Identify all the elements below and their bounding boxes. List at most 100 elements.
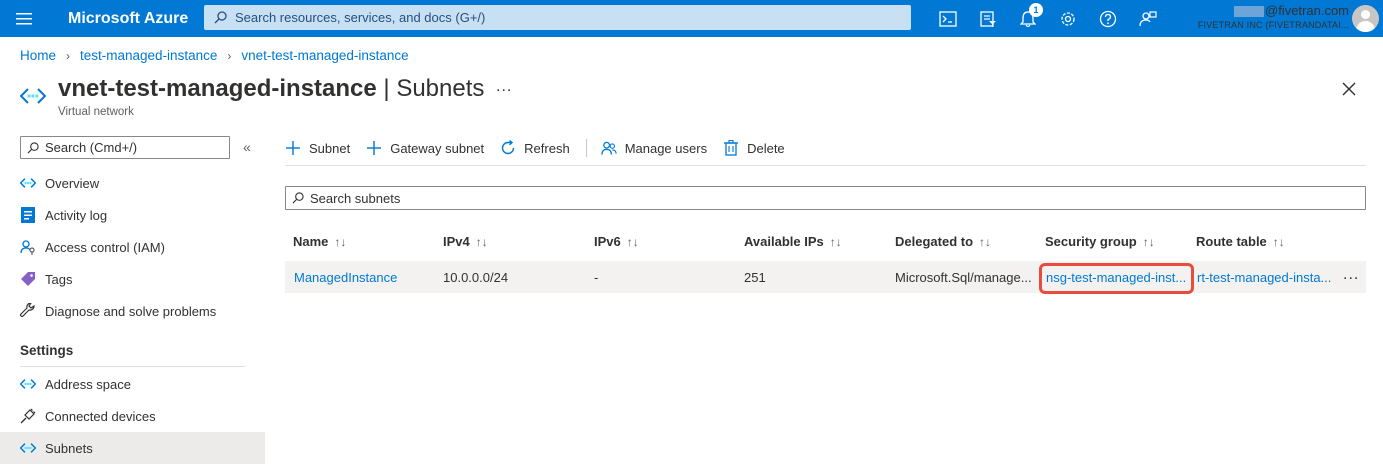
sort-icon: ↑↓ [1272, 235, 1285, 249]
nav-divider [20, 366, 245, 367]
route-table-link[interactable]: rt-test-managed-insta... [1197, 270, 1337, 285]
account-tenant: FIVETRAN INC (FIVETRANDATAI... [1197, 20, 1349, 30]
toolbar-divider [285, 165, 1366, 166]
refresh-label: Refresh [524, 140, 570, 156]
avatar[interactable] [1352, 5, 1379, 32]
column-header-delegated-to[interactable]: Delegated to ↑↓ [895, 234, 991, 249]
nav-section-settings: Settings [20, 343, 74, 358]
menu-icon[interactable] [0, 0, 48, 37]
command-bar: Subnet Gateway subnet Refresh Manage use… [285, 135, 801, 161]
column-header-route-table[interactable]: Route table ↑↓ [1196, 234, 1285, 249]
sidebar-item-label: Connected devices [45, 408, 156, 424]
nav-search-placeholder: Search (Cmd+/) [45, 140, 138, 155]
cell-ipv4: 10.0.0.0/24 [443, 270, 509, 285]
refresh-button[interactable]: Refresh [500, 140, 570, 156]
toolbar-separator [585, 139, 587, 157]
add-subnet-button[interactable]: Subnet [285, 140, 350, 156]
column-header-name[interactable]: Name ↑↓ [293, 234, 346, 249]
add-gateway-subnet-button[interactable]: Gateway subnet [366, 140, 484, 156]
sidebar-item-overview[interactable]: Overview [0, 167, 265, 199]
resource-type: Virtual network [58, 106, 134, 118]
title-separator: | [376, 75, 397, 102]
cell-ipv6: - [594, 270, 599, 285]
close-icon[interactable] [1340, 80, 1358, 98]
account-menu[interactable]: @fivetran.com FIVETRAN INC (FIVETRANDATA… [1198, 4, 1349, 32]
sidebar-item-label: Address space [45, 376, 131, 392]
add-subnet-label: Subnet [309, 140, 351, 156]
breadcrumb-resource-group[interactable]: test-managed-instance [80, 48, 217, 63]
activity-log-icon [20, 207, 36, 223]
sort-icon: ↑↓ [829, 235, 842, 249]
sidebar-item-label: Access control (IAM) [45, 239, 165, 255]
more-options-icon[interactable]: ... [496, 78, 512, 96]
iam-icon [20, 239, 36, 255]
sort-icon: ↑↓ [475, 235, 488, 249]
bell-icon[interactable]: 1 [1008, 0, 1048, 37]
sidebar-item-diagnose[interactable]: Diagnose and solve problems [0, 295, 265, 327]
vnet-icon [20, 440, 36, 456]
row-more-options-icon[interactable]: ... [1343, 266, 1359, 284]
refresh-icon [500, 140, 516, 156]
cell-available-ips: 251 [744, 270, 766, 285]
chevron-right-icon: › [66, 48, 71, 63]
plus-icon [285, 140, 301, 156]
collapse-nav-icon[interactable]: « [243, 139, 251, 155]
column-header-security-group[interactable]: Security group ↑↓ [1045, 234, 1155, 249]
sort-icon: ↑↓ [979, 235, 992, 249]
directory-filter-icon[interactable] [968, 0, 1008, 37]
wrench-icon [20, 303, 36, 319]
subnet-search-input[interactable]: Search subnets [285, 186, 1366, 210]
sidebar-item-activity-log[interactable]: Activity log [0, 199, 265, 231]
highlight-annotation [1039, 263, 1194, 294]
delete-button[interactable]: Delete [723, 140, 785, 156]
help-icon[interactable] [1088, 0, 1128, 37]
nav-search-input[interactable]: Search (Cmd+/) [20, 136, 230, 159]
global-search-placeholder: Search resources, services, and docs (G+… [235, 10, 486, 25]
subnet-search-placeholder: Search subnets [310, 190, 401, 206]
chevron-right-icon: › [227, 48, 232, 63]
tag-icon [20, 271, 36, 287]
delete-label: Delete [747, 140, 785, 156]
search-icon [27, 141, 39, 153]
sidebar-item-label: Subnets [45, 440, 93, 456]
sidebar-item-connected-devices[interactable]: Connected devices [0, 400, 265, 432]
vnet-icon [20, 88, 46, 104]
column-header-available-ips[interactable]: Available IPs ↑↓ [744, 234, 842, 249]
sidebar-item-iam[interactable]: Access control (IAM) [0, 231, 265, 263]
add-gateway-subnet-label: Gateway subnet [390, 140, 485, 156]
plus-icon [366, 140, 382, 156]
vnet-icon [20, 175, 36, 191]
feedback-icon[interactable] [1128, 0, 1168, 37]
search-icon [214, 11, 227, 24]
manage-users-button[interactable]: Manage users [601, 140, 707, 156]
breadcrumb-vnet[interactable]: vnet-test-managed-instance [241, 48, 408, 63]
brand-link[interactable]: Microsoft Azure [48, 10, 203, 28]
global-search-input[interactable]: Search resources, services, and docs (G+… [204, 5, 911, 30]
page-title: vnet-test-managed-instance | Subnets [58, 75, 484, 103]
sidebar-item-label: Activity log [45, 207, 108, 223]
cell-delegated-to: Microsoft.Sql/manage... [895, 270, 1032, 285]
plug-icon [20, 408, 36, 424]
blade-name: Subnets [396, 75, 485, 102]
gear-icon[interactable] [1048, 0, 1088, 37]
sidebar-item-label: Diagnose and solve problems [45, 303, 217, 319]
resource-name: vnet-test-managed-instance [58, 75, 377, 102]
users-icon [601, 140, 617, 156]
search-icon [292, 192, 304, 204]
sidebar-item-address-space[interactable]: Address space [0, 368, 265, 400]
sidebar-item-label: Tags [45, 271, 73, 287]
sidebar-item-subnets[interactable]: Subnets [0, 432, 265, 464]
sidebar-item-tags[interactable]: Tags [0, 263, 265, 295]
sort-icon: ↑↓ [626, 235, 639, 249]
vnet-icon [20, 376, 36, 392]
cloud-shell-icon[interactable] [928, 0, 968, 37]
trash-icon [723, 140, 739, 156]
column-header-ipv6[interactable]: IPv6 ↑↓ [594, 234, 639, 249]
breadcrumb-home[interactable]: Home [20, 48, 56, 63]
sidebar-item-label: Overview [45, 175, 100, 191]
notification-badge: 1 [1029, 3, 1043, 17]
column-header-ipv4[interactable]: IPv4 ↑↓ [443, 234, 488, 249]
manage-users-label: Manage users [624, 140, 708, 156]
subnet-name-link[interactable]: ManagedInstance [294, 270, 439, 285]
top-icon-bar: 1 [928, 0, 1168, 37]
